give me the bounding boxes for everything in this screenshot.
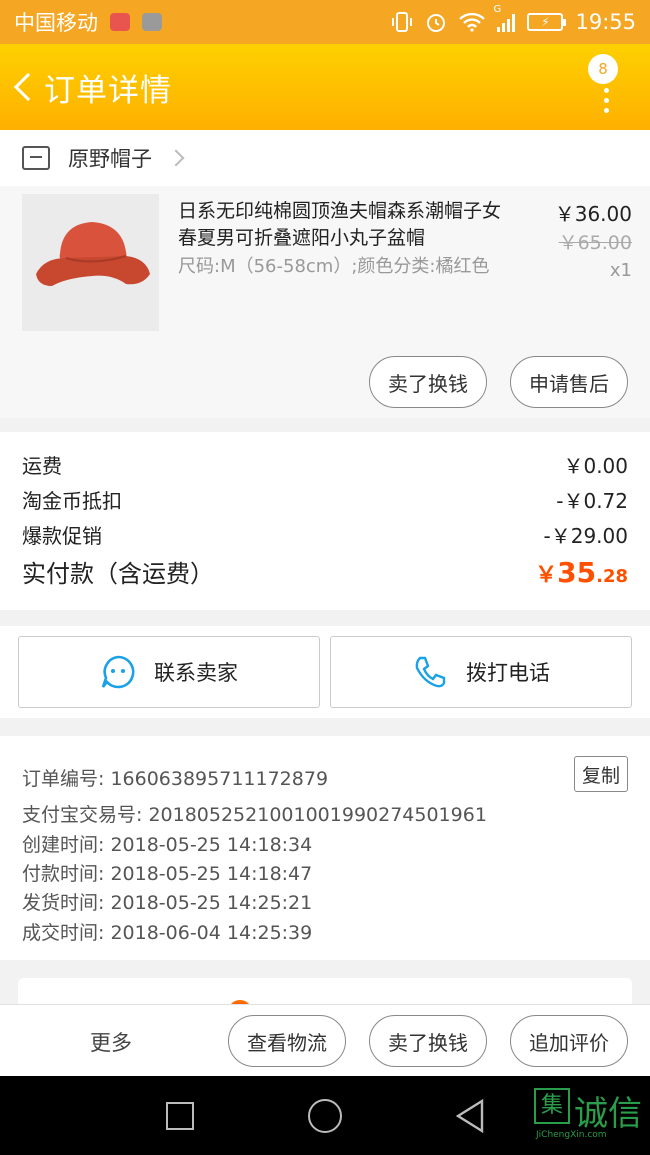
total-label: 实付款（含运费） <box>22 560 214 588</box>
alipay-transaction-number: 支付宝交易号: 2018052521001001990274501961 <box>22 804 487 826</box>
shipping-label: 运费 <box>22 454 62 478</box>
product-quantity: x1 <box>609 260 632 281</box>
product-spec: 尺码:M（56-58cm）;颜色分类:橘红色 <box>178 256 490 277</box>
network-type: G <box>493 4 502 15</box>
product-title[interactable]: 日系无印纯棉圆顶渔夫帽森系潮帽子女春夏男可折叠遮阳小丸子盆帽 <box>178 198 508 252</box>
total-amount: ￥35.28 <box>535 556 628 589</box>
order-number: 订单编号: 166063895711172879 <box>22 768 329 790</box>
total-decimal: .28 <box>596 566 628 587</box>
wifi-icon <box>459 12 486 32</box>
view-logistics-button[interactable]: 查看物流 <box>228 1015 346 1067</box>
shop-name: 原野帽子 <box>68 147 152 171</box>
recent-apps-button[interactable] <box>166 1102 194 1130</box>
shipping-row: 运费 ￥0.00 <box>22 450 628 479</box>
bottom-action-bar: 更多 查看物流 卖了换钱 追加评价 <box>0 1004 650 1076</box>
coin-deduction-row: 淘金币抵扣 -￥0.72 <box>22 485 628 514</box>
page-title: 订单详情 <box>44 72 172 109</box>
store-icon <box>22 146 50 170</box>
more-button[interactable]: 更多 <box>90 1027 132 1057</box>
call-phone-label: 拨打电话 <box>466 661 550 685</box>
paid-time: 付款时间: 2018-05-25 14:18:47 <box>22 863 313 885</box>
total-row: 实付款（含运费） ￥35.28 <box>22 554 628 589</box>
sell-for-cash-bottom-button[interactable]: 卖了换钱 <box>369 1015 487 1067</box>
app-header: 订单详情 8 <box>0 44 650 130</box>
watermark-url: JiChengXin.com <box>536 1130 607 1140</box>
more-menu-button[interactable]: 8 <box>588 52 628 122</box>
order-info: 订单编号: 166063895711172879 复制 支付宝交易号: 2018… <box>0 736 650 960</box>
contact-seller-button[interactable]: 联系卖家 <box>18 636 320 708</box>
copy-button[interactable]: 复制 <box>574 756 628 792</box>
fee-summary: 运费 ￥0.00 淘金币抵扣 -￥0.72 爆款促销 -￥29.00 实付款（含… <box>0 432 650 610</box>
chat-bubble-icon <box>101 655 135 689</box>
product-price: ￥36.00 <box>554 202 632 226</box>
product-image[interactable] <box>22 194 159 331</box>
notification-badge: 8 <box>588 54 618 84</box>
coin-deduction-label: 淘金币抵扣 <box>22 489 122 513</box>
product-card[interactable]: 日系无印纯棉圆顶渔夫帽森系潮帽子女春夏男可折叠遮阳小丸子盆帽 尺码:M（56-5… <box>0 186 650 418</box>
shop-row[interactable]: 原野帽子 <box>0 130 650 186</box>
more-vertical-icon <box>604 88 610 118</box>
alarm-icon <box>427 14 446 32</box>
status-icons: G ⚡ 19:55 <box>391 4 636 34</box>
status-bar: 中国移动 G ⚡ 19:55 <box>0 0 650 44</box>
created-time: 创建时间: 2018-05-25 14:18:34 <box>22 834 313 856</box>
watermark-logo: 集 诚信 JiChengXin.com <box>534 1088 650 1148</box>
completed-time: 成交时间: 2018-06-04 14:25:39 <box>22 922 313 944</box>
call-phone-button[interactable]: 拨打电话 <box>330 636 632 708</box>
add-review-button[interactable]: 追加评价 <box>510 1015 628 1067</box>
shipped-time: 发货时间: 2018-05-25 14:25:21 <box>22 892 313 914</box>
coin-deduction-value: -￥0.72 <box>556 489 628 513</box>
promotion-value: -￥29.00 <box>543 524 628 548</box>
status-time: 19:55 <box>575 10 636 34</box>
back-button[interactable] <box>4 44 44 130</box>
image-icon <box>142 13 162 31</box>
battery-icon: ⚡ <box>527 13 567 31</box>
apply-aftersale-button[interactable]: 申请售后 <box>510 356 628 408</box>
carrier-name: 中国移动 <box>14 11 98 35</box>
bucket-hat-image <box>22 194 159 331</box>
contact-seller-label: 联系卖家 <box>154 661 238 685</box>
shipping-value: ￥0.00 <box>563 454 628 478</box>
signal-icon: G <box>493 4 516 32</box>
product-original-price: ￥65.00 <box>558 232 632 254</box>
chevron-left-icon <box>13 72 43 102</box>
phone-icon <box>415 656 446 688</box>
total-integer: 35 <box>557 556 597 589</box>
total-currency: ￥ <box>535 563 558 588</box>
contact-section: 联系卖家 拨打电话 <box>0 626 650 718</box>
watermark-mark: 集 <box>534 1088 570 1124</box>
chevron-right-icon <box>167 149 185 167</box>
home-button[interactable] <box>308 1099 342 1133</box>
watermark-text: 诚信 <box>574 1094 642 1134</box>
promotion-label: 爆款促销 <box>22 524 102 548</box>
back-nav-button[interactable] <box>454 1098 486 1134</box>
sell-for-cash-button[interactable]: 卖了换钱 <box>369 356 487 408</box>
mail-icon <box>110 13 130 31</box>
vibrate-icon <box>392 12 413 32</box>
promotion-row: 爆款促销 -￥29.00 <box>22 520 628 549</box>
